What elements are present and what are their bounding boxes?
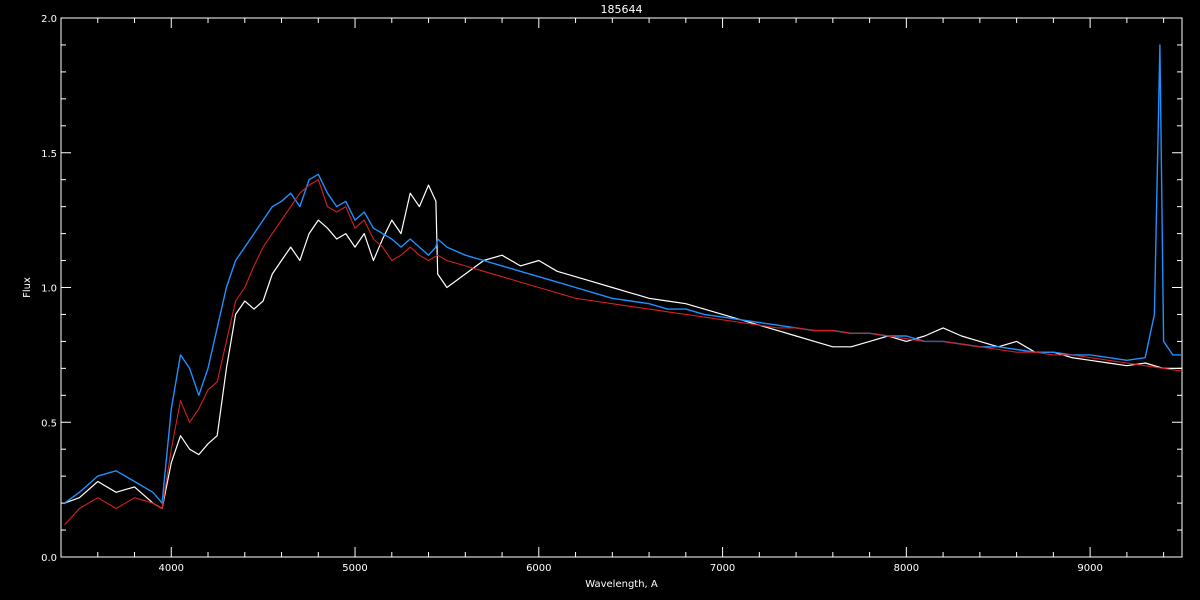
x-tick-label: 6000 [526,563,551,574]
series-layer [64,44,1183,526]
y-tick-label: 1.5 [41,149,57,160]
x-tick-label: 9000 [1077,563,1102,574]
x-tick-label: 7000 [710,563,735,574]
x-tick-label: 8000 [894,563,919,574]
series-blue-line [64,44,1182,504]
x-axis-label: Wavelength, A [585,579,658,590]
x-tick-label: 5000 [342,563,367,574]
y-tick-label: 1.0 [41,284,57,295]
x-axis-ticks: 4000 5000 6000 7000 8000 9000 [60,18,1165,574]
y-tick-label: 0.0 [41,553,57,564]
series-red-line [64,179,1183,526]
y-tick-label: 2.0 [41,14,57,25]
series-white-line [64,184,1182,510]
y-tick-label: 0.5 [41,418,57,429]
spectrum-plot: 4000 5000 6000 7000 8000 9000 0.0 0.5 1.0 1.5 2.0… [22,3,1183,590]
y-axis-label: Flux [22,277,33,298]
x-tick-label: 4000 [159,563,184,574]
chart-title: 185644 [601,3,643,16]
plot-frame [60,17,1183,558]
y-axis-ticks: 0.0 0.5 1.0 1.5 2.0 [41,14,1182,564]
spectrum-chart: 4000 5000 6000 7000 8000 9000 0.0 0.5 1.0 1.5 2.0… [0,0,1200,600]
